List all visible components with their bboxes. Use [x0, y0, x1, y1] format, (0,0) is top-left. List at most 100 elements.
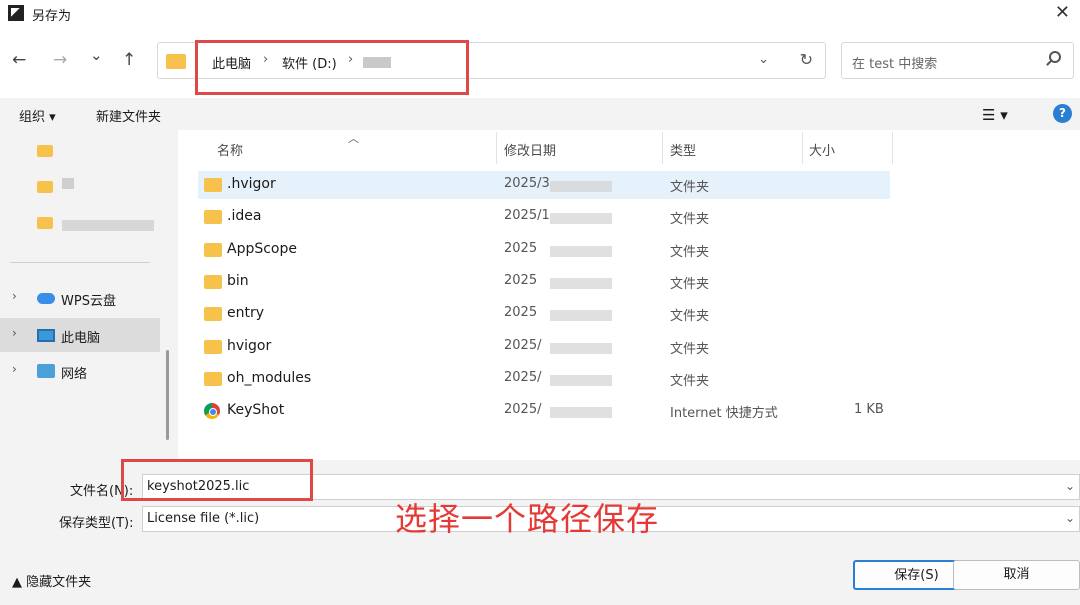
app-icon [8, 5, 24, 21]
annotation-text: 选择一个路径保存 [395, 500, 660, 538]
folder-icon [204, 307, 222, 321]
file-date: 2025/ [504, 402, 542, 417]
sidebar-item-this-pc[interactable]: › 此电脑 [0, 318, 160, 352]
blurred-date [550, 375, 612, 386]
chevron-right-icon[interactable]: › [12, 326, 17, 340]
sidebar-item-wps-cloud[interactable]: › WPS云盘 [0, 281, 160, 315]
sidebar-item-folder-1[interactable] [0, 134, 160, 168]
history-chevron-icon[interactable]: ⌄ [90, 46, 103, 64]
title-bar: 另存为 ✕ [0, 0, 1080, 26]
file-type: 文件夹 [670, 277, 710, 292]
file-date: 2025/3 [504, 176, 550, 191]
file-type: 文件夹 [670, 212, 710, 227]
navigation-bar: ← → ⌄ ↑ 此电脑 › 软件 (D:) › ⌄ ↻ 在 test 中搜索 [0, 26, 1080, 98]
organize-button[interactable]: 组织 ▾ [19, 106, 56, 125]
cancel-button[interactable]: 取消 [953, 560, 1080, 590]
file-name: KeyShot [227, 402, 285, 418]
file-row[interactable]: AppScope 2025 文件夹 [198, 236, 890, 264]
filetype-dropdown-icon[interactable]: ⌄ [1065, 511, 1075, 525]
folder-icon [37, 217, 53, 229]
column-divider[interactable] [496, 132, 497, 164]
hide-folders-button[interactable]: ▲ 隐藏文件夹 [12, 571, 91, 590]
forward-icon[interactable]: → [53, 50, 67, 70]
sidebar-item-label: WPS云盘 [61, 294, 116, 309]
dialog-footer: ▲ 隐藏文件夹 保存(S) 取消 [0, 544, 1080, 605]
blurred-label [62, 178, 74, 189]
file-row[interactable]: hvigor 2025/ 文件夹 [198, 333, 890, 361]
file-date: 2025/1 [504, 208, 550, 223]
file-type: 文件夹 [670, 309, 710, 324]
blurred-date [550, 213, 612, 224]
navigation-pane: › WPS云盘 › 此电脑 › 网络 [0, 130, 172, 460]
network-icon [37, 364, 55, 378]
file-type: 文件夹 [670, 180, 710, 195]
folder-icon [166, 54, 186, 69]
column-divider[interactable] [662, 132, 663, 164]
folder-icon [204, 275, 222, 289]
up-icon[interactable]: ↑ [122, 50, 136, 70]
view-options-icon[interactable]: ☰ ▾ [982, 106, 1008, 124]
folder-icon [204, 243, 222, 257]
chevron-right-icon[interactable]: › [12, 362, 17, 376]
address-dropdown-icon[interactable]: ⌄ [758, 52, 769, 67]
filename-dropdown-icon[interactable]: ⌄ [1065, 479, 1075, 493]
cloud-icon [37, 293, 55, 304]
column-divider[interactable] [802, 132, 803, 164]
chevron-right-icon[interactable]: › [12, 289, 17, 303]
file-date: 2025 [504, 241, 538, 256]
file-row[interactable]: .hvigor 2025/3 文件夹 [198, 171, 890, 199]
refresh-icon[interactable]: ↻ [800, 50, 813, 69]
column-header-type[interactable]: 类型 [670, 140, 696, 159]
blurred-date [550, 181, 612, 192]
back-icon[interactable]: ← [12, 50, 26, 70]
blurred-date [550, 246, 612, 257]
file-type: 文件夹 [670, 374, 710, 389]
file-type: 文件夹 [670, 342, 710, 357]
column-header-size[interactable]: 大小 [809, 140, 835, 159]
new-folder-button[interactable]: 新建文件夹 [96, 106, 161, 125]
sidebar-item-label: 网络 [61, 367, 88, 382]
search-icon[interactable] [1049, 51, 1061, 63]
window-title: 另存为 [32, 9, 72, 24]
sidebar-item-folder-2[interactable] [0, 170, 160, 204]
file-name: oh_modules [227, 370, 312, 386]
folder-icon [204, 210, 222, 224]
sidebar-item-label: 此电脑 [61, 331, 101, 346]
command-bar: 组织 ▾ 新建文件夹 ☰ ▾ ? [0, 98, 1080, 130]
blurred-date [550, 407, 612, 418]
file-row[interactable]: KeyShot 2025/ Internet 快捷方式 1 KB [198, 397, 890, 425]
sidebar-item-folder-3[interactable] [0, 206, 160, 240]
file-date: 2025/ [504, 370, 542, 385]
computer-icon [37, 329, 55, 342]
chrome-shortcut-icon [204, 403, 220, 419]
blurred-date [550, 310, 612, 321]
search-input[interactable]: 在 test 中搜索 [852, 53, 937, 72]
file-list: ︿ 名称 修改日期 类型 大小 .hvigor 2025/3 文件夹 .idea… [178, 130, 1080, 460]
sidebar-divider [10, 262, 150, 263]
file-size: 1 KB [854, 402, 884, 417]
sidebar-item-network[interactable]: › 网络 [0, 354, 160, 388]
blurred-date [550, 278, 612, 289]
column-header-name[interactable]: 名称 [217, 140, 243, 159]
column-header-modified[interactable]: 修改日期 [504, 140, 556, 159]
sidebar-scrollbar[interactable] [166, 350, 169, 440]
file-date: 2025 [504, 273, 538, 288]
highlight-box-address [195, 40, 469, 95]
search-box[interactable]: 在 test 中搜索 [841, 42, 1074, 79]
file-name: entry [227, 305, 265, 321]
file-row[interactable]: .idea 2025/1 文件夹 [198, 203, 890, 231]
close-icon[interactable]: ✕ [1055, 2, 1070, 23]
file-name: bin [227, 273, 249, 289]
file-row[interactable]: bin 2025 文件夹 [198, 268, 890, 296]
file-row[interactable]: entry 2025 文件夹 [198, 300, 890, 328]
filetype-label: 保存类型(T): [59, 516, 134, 531]
file-type: 文件夹 [670, 245, 710, 260]
file-name: hvigor [227, 338, 272, 354]
filetype-value[interactable]: License file (*.lic) [147, 511, 259, 526]
file-row[interactable]: oh_modules 2025/ 文件夹 [198, 365, 890, 393]
file-name: .hvigor [227, 176, 276, 192]
column-divider[interactable] [892, 132, 893, 164]
folder-icon [204, 178, 222, 192]
file-type: Internet 快捷方式 [670, 406, 778, 421]
help-icon[interactable]: ? [1053, 104, 1072, 123]
